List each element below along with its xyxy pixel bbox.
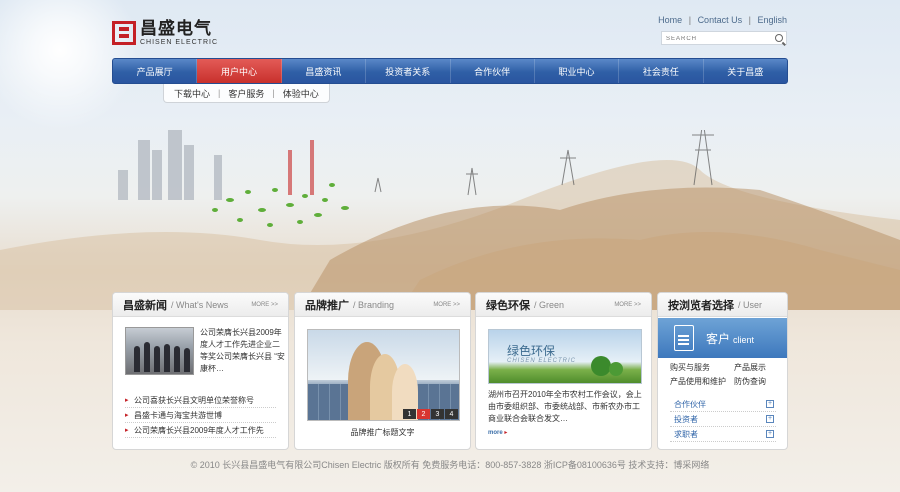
search-box [661,31,787,45]
panel-header: 按浏览者选择 / User [658,293,787,317]
pager-4[interactable]: 4 [445,409,458,419]
client-links: 购买与服务 产品展示 产品使用和维护 防伪查询 [670,362,780,387]
panel-subtitle: / Green [534,299,565,310]
separator: | [688,15,692,25]
branding-panel: 品牌推广 / Branding MORE >> 1 2 3 4 品牌推广标题文字 [294,292,471,450]
panel-title: 按浏览者选择 [668,299,734,312]
visitor-list: 合作伙伴 + 投资者 + 求职者 + [670,397,776,442]
nav-item-partners[interactable]: 合作伙伴 [451,59,535,83]
client-label-cn: 客户 [706,332,731,346]
green-panel: 绿色环保 / Green MORE >> 绿色环保 CHISEN ELECTRI… [475,292,652,450]
pager-1[interactable]: 1 [403,409,416,419]
nav-item-careers[interactable]: 职业中心 [535,59,620,83]
green-banner-image[interactable]: 绿色环保 CHISEN ELECTRIC [488,329,642,384]
visitor-item-partners[interactable]: 合作伙伴 + [670,397,776,412]
footer: © 2010 长兴县昌盛电气有限公司Chisen Electric 版权所有 免… [190,460,710,470]
pager-3[interactable]: 3 [431,409,444,419]
more-link[interactable]: MORE >> [251,302,278,308]
separator: | [272,88,275,98]
list-item[interactable]: 公司荣膺长兴县2009年度人才工作先 [125,423,276,438]
contact-link[interactable]: Contact Us [698,15,743,25]
branding-slideshow-image[interactable]: 1 2 3 4 [307,329,460,421]
subnav-item-download[interactable]: 下载中心 [174,87,210,100]
subnav-item-experience[interactable]: 体验中心 [283,87,319,100]
list-item[interactable]: 公司喜获长兴县文明单位荣誉称号 [125,393,276,408]
panel-header: 品牌推广 / Branding MORE >> [295,293,470,317]
list-item[interactable]: 昌盛卡通与海宝共游世博 [125,408,276,423]
user-panel: 按浏览者选择 / User 客户 client 购买与服务 产品展示 产品使用和维… [657,292,788,450]
logo-name-en: CHISEN ELECTRIC [140,39,219,46]
nav-item-responsibility[interactable]: 社会责任 [619,59,704,83]
sub-nav: 下载中心 | 客户服务 | 体验中心 [163,84,330,103]
plus-icon: + [766,400,774,408]
panel-header: 昌盛新闻 / What's News MORE >> [113,293,288,317]
pager-2[interactable]: 2 [417,409,430,419]
green-more-link[interactable]: more ▸ [488,429,507,436]
desert-landscape-illustration [0,130,900,310]
logo-mark-icon [112,21,136,45]
panel-subtitle: / Branding [353,299,395,310]
plus-icon: + [766,415,774,423]
plus-icon: + [766,430,774,438]
english-link[interactable]: English [757,15,787,25]
news-photo[interactable] [125,327,194,375]
green-banner-title: 绿色环保 [507,344,556,358]
separator: | [218,88,221,98]
main-nav: 产品展厅 用户中心 昌盛资讯 投资者关系 合作伙伴 职业中心 社会责任 关于昌盛 [112,58,788,84]
subnav-item-service[interactable]: 客户服务 [228,87,264,100]
panel-title: 昌盛新闻 [123,299,167,312]
news-blurb[interactable]: 公司荣膺长兴县2009年度人才工作先进企业二等奖公司荣膺长兴县 “安康杯… [200,327,286,375]
client-link-maintenance[interactable]: 产品使用和维护 [670,376,726,387]
client-label-en: client [733,335,755,345]
slideshow-pager: 1 2 3 4 [402,409,458,419]
more-link[interactable]: MORE >> [433,302,460,308]
panel-title: 绿色环保 [486,299,530,312]
green-article-text[interactable]: 湖州市召开2010年全市农村工作会议，会上由市委组织部、市委统战部、市新农办市工… [488,389,643,425]
document-icon [674,325,694,351]
client-link-buy-service[interactable]: 购买与服务 [670,362,726,373]
news-list: 公司喜获长兴县文明单位荣誉称号 昌盛卡通与海宝共游世博 公司荣膺长兴县2009年… [125,393,276,438]
search-icon[interactable] [775,34,783,42]
green-banner-subtitle: CHISEN ELECTRIC [507,358,577,364]
nav-item-user-center[interactable]: 用户中心 [197,59,282,83]
client-link-products[interactable]: 产品展示 [734,362,780,373]
panel-subtitle: / User [738,299,763,310]
nav-item-investors[interactable]: 投资者关系 [366,59,451,83]
nav-item-products[interactable]: 产品展厅 [113,59,198,83]
nav-item-about[interactable]: 关于昌盛 [704,59,787,83]
logo-name-cn: 昌盛电气 [140,19,212,38]
tree-icon [591,356,611,376]
nav-item-news[interactable]: 昌盛资讯 [282,59,367,83]
branding-caption[interactable]: 品牌推广标题文字 [295,427,470,438]
panel-subtitle: / What's News [171,299,229,310]
logo[interactable]: 昌盛电气 CHISEN ELECTRIC [112,20,218,46]
client-banner[interactable]: 客户 client [658,318,787,358]
separator: | [748,15,751,25]
more-link[interactable]: MORE >> [614,302,641,308]
home-link[interactable]: Home [658,15,682,25]
tree-icon [609,362,623,376]
visitor-item-job-seekers[interactable]: 求职者 + [670,427,776,442]
top-links: Home | Contact Us | English [658,15,787,25]
client-link-anticounterfeit[interactable]: 防伪查询 [734,376,780,387]
panel-title: 品牌推广 [305,299,349,312]
search-input[interactable] [662,33,770,45]
visitor-item-investors[interactable]: 投资者 + [670,412,776,427]
panel-header: 绿色环保 / Green MORE >> [476,293,651,317]
news-panel: 昌盛新闻 / What's News MORE >> 公司荣膺长兴县2009年度… [112,292,289,450]
